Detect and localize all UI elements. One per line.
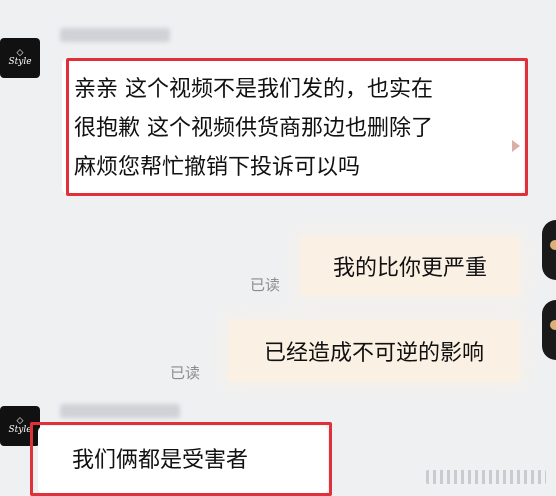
seller-avatar[interactable]: ◇ Style: [0, 38, 40, 78]
seller-avatar-logo: ◇ Style: [8, 416, 32, 435]
read-status: 已读: [250, 276, 281, 294]
buyer-avatar[interactable]: [542, 220, 556, 280]
message-bubble-buyer-2: 已经造成不可逆的影响: [228, 320, 520, 382]
highlight-box-1: [66, 58, 528, 196]
seller-name-blurred: [60, 28, 170, 42]
message-text: 已经造成不可逆的影响: [263, 341, 484, 366]
read-status: 已读: [170, 364, 201, 382]
watermark: [426, 470, 546, 484]
seller-name-blurred: [60, 404, 180, 418]
buyer-avatar[interactable]: [542, 300, 556, 360]
highlight-box-2: [30, 422, 332, 496]
message-bubble-buyer-1: 我的比你更严重: [300, 236, 520, 296]
message-text: 我的比你更严重: [332, 256, 487, 281]
seller-avatar-logo: ◇ Style: [8, 48, 32, 67]
